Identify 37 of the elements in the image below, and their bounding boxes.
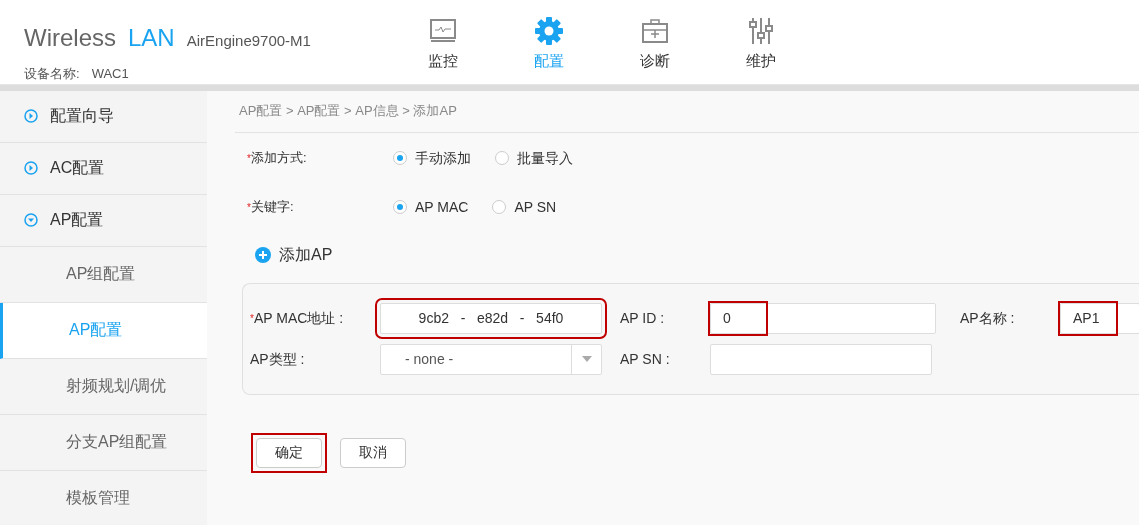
input-field[interactable]: 0: [710, 302, 936, 334]
radio-option[interactable]: AP MAC: [393, 196, 469, 218]
field-label: AP ID :: [620, 308, 665, 328]
product-title: Wireless: [24, 23, 116, 53]
nav-tab[interactable]: 监控: [390, 16, 496, 73]
plus-icon: [255, 246, 271, 263]
device-name: WAC1: [91, 65, 129, 83]
model-name: AirEngine9700-M1: [186, 31, 311, 51]
radio-option[interactable]: 批量导入: [495, 147, 573, 169]
field-label: AP类型 :: [250, 349, 305, 369]
form-button[interactable]: 取消: [340, 437, 406, 468]
breadcrumb: AP配置 > AP配置 > AP信息 > 添加AP: [235, 90, 1139, 133]
required-mark: *: [247, 201, 251, 215]
required-mark: *: [250, 311, 254, 326]
field-value: AP1: [1061, 303, 1115, 333]
product-title-accent: LAN: [128, 23, 175, 53]
type-dropdown[interactable]: - none -: [380, 343, 602, 375]
required-mark: *: [247, 152, 251, 166]
nav-tab[interactable]: 诊断: [602, 16, 708, 73]
nav-tab[interactable]: 维护: [708, 16, 814, 73]
radio-option[interactable]: 手动添加: [393, 147, 471, 169]
radio-option[interactable]: AP SN: [492, 196, 557, 218]
device-label: 设备名称:: [24, 65, 80, 83]
caret-icon: [581, 356, 592, 362]
form-button[interactable]: 确定: [256, 437, 322, 468]
input-field[interactable]: AP1: [1060, 302, 1139, 334]
field-label: AP SN :: [620, 349, 670, 369]
sliders-icon: [746, 16, 776, 46]
toolbox-icon: [640, 16, 670, 46]
field-label: AP MAC地址 :: [253, 308, 344, 328]
gear-icon: [534, 16, 564, 46]
input-field[interactable]: [710, 343, 932, 375]
option-label: 添加方式:: [250, 149, 307, 168]
field-value: 0: [711, 303, 765, 333]
add-ap-link[interactable]: 添加AP: [255, 242, 333, 267]
option-label: 关键字:: [250, 198, 294, 217]
field-label: AP名称 :: [960, 308, 1015, 328]
